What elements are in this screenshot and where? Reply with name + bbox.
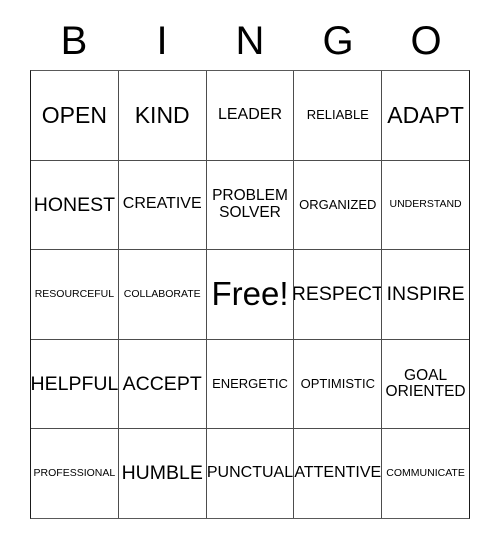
bingo-header-letter-i: I xyxy=(156,19,168,63)
bingo-cell-label: RELIABLE xyxy=(306,107,369,123)
bingo-cell-label: INSPIRE xyxy=(386,283,465,306)
bingo-cell-label: COLLABORATE xyxy=(123,287,201,300)
bingo-header-letter-n: N xyxy=(235,19,265,63)
bingo-cell-label: ENERGETIC xyxy=(212,376,288,392)
bingo-cell-label: KIND xyxy=(134,102,190,129)
bingo-row: HONEST CREATIVE PROBLEM SOLVER ORGANIZED… xyxy=(31,159,469,250)
bingo-cell-o1[interactable]: ADAPT xyxy=(381,71,469,160)
bingo-cell-b5[interactable]: PROFESSIONAL xyxy=(31,429,118,518)
bingo-cell-label: ADAPT xyxy=(387,102,464,129)
bingo-row: HELPFUL ACCEPT ENERGETIC OPTIMISTIC GOAL… xyxy=(31,338,469,429)
bingo-cell-o2[interactable]: UNDERSTAND xyxy=(381,160,469,250)
bingo-cell-g5[interactable]: ATTENTIVE xyxy=(293,429,381,518)
bingo-cell-b3[interactable]: RESOURCEFUL xyxy=(31,250,118,339)
bingo-row: OPEN KIND LEADER RELIABLE ADAPT xyxy=(31,71,469,160)
bingo-header: B I N G O xyxy=(30,12,470,70)
bingo-cell-i3[interactable]: COLLABORATE xyxy=(117,250,206,339)
bingo-cell-label: OPTIMISTIC xyxy=(300,376,375,392)
bingo-cell-label: HELPFUL xyxy=(31,372,118,395)
bingo-cell-i1[interactable]: KIND xyxy=(117,71,206,160)
bingo-cell-b4[interactable]: HELPFUL xyxy=(31,340,118,429)
bingo-cell-g3[interactable]: RESPECT xyxy=(293,250,381,339)
bingo-cell-label: LEADER xyxy=(217,105,282,123)
bingo-cell-label: COMMUNICATE xyxy=(386,467,465,480)
bingo-cell-label: ACCEPT xyxy=(122,372,202,395)
bingo-cell-g4[interactable]: OPTIMISTIC xyxy=(293,339,381,429)
bingo-cell-o4[interactable]: GOAL ORIENTED xyxy=(381,339,469,429)
bingo-cell-n5[interactable]: PUNCTUAL xyxy=(205,429,294,518)
bingo-row: RESOURCEFUL COLLABORATE Free! RESPECT IN… xyxy=(31,249,469,339)
bingo-cell-g1[interactable]: RELIABLE xyxy=(293,71,381,160)
bingo-grid: OPEN KIND LEADER RELIABLE ADAPT HONEST C… xyxy=(30,70,470,519)
bingo-cell-label: GOAL ORIENTED xyxy=(385,366,466,401)
bingo-card: B I N G O OPEN KIND LEADER RELIABLE ADAP… xyxy=(30,12,470,519)
bingo-cell-i2[interactable]: CREATIVE xyxy=(117,160,206,250)
bingo-cell-i5[interactable]: HUMBLE xyxy=(117,429,206,518)
bingo-cell-label: RESPECT xyxy=(293,283,382,306)
bingo-cell-label: Free! xyxy=(211,275,289,312)
bingo-cell-n1[interactable]: LEADER xyxy=(205,71,294,160)
bingo-cell-label: PUNCTUAL xyxy=(206,464,294,482)
bingo-row: PROFESSIONAL HUMBLE PUNCTUAL ATTENTIVE C… xyxy=(31,428,469,518)
bingo-cell-label: CREATIVE xyxy=(122,195,202,213)
bingo-cell-label: ATTENTIVE xyxy=(294,464,382,482)
bingo-cell-label: HONEST xyxy=(33,193,116,216)
bingo-cell-n4[interactable]: ENERGETIC xyxy=(205,339,294,429)
bingo-cell-b1[interactable]: OPEN xyxy=(31,71,118,160)
bingo-cell-free-space[interactable]: Free! xyxy=(205,250,294,339)
bingo-cell-n2[interactable]: PROBLEM SOLVER xyxy=(205,160,294,250)
bingo-cell-label: RESOURCEFUL xyxy=(34,287,115,300)
bingo-cell-i4[interactable]: ACCEPT xyxy=(117,339,206,429)
bingo-header-letter-b: B xyxy=(60,19,88,63)
bingo-header-letter-g: G xyxy=(322,19,354,63)
bingo-cell-label: PROBLEM SOLVER xyxy=(212,187,288,221)
bingo-header-letter-o: O xyxy=(410,19,442,63)
bingo-cell-label: PROFESSIONAL xyxy=(33,467,116,480)
bingo-cell-label: HUMBLE xyxy=(121,462,203,485)
bingo-cell-b2[interactable]: HONEST xyxy=(31,161,118,250)
bingo-cell-o5[interactable]: COMMUNICATE xyxy=(381,429,469,518)
bingo-cell-label: UNDERSTAND xyxy=(389,198,462,211)
bingo-cell-o3[interactable]: INSPIRE xyxy=(381,250,469,339)
bingo-cell-label: ORGANIZED xyxy=(299,197,377,212)
bingo-cell-label: OPEN xyxy=(41,102,107,129)
bingo-cell-g2[interactable]: ORGANIZED xyxy=(293,160,381,250)
